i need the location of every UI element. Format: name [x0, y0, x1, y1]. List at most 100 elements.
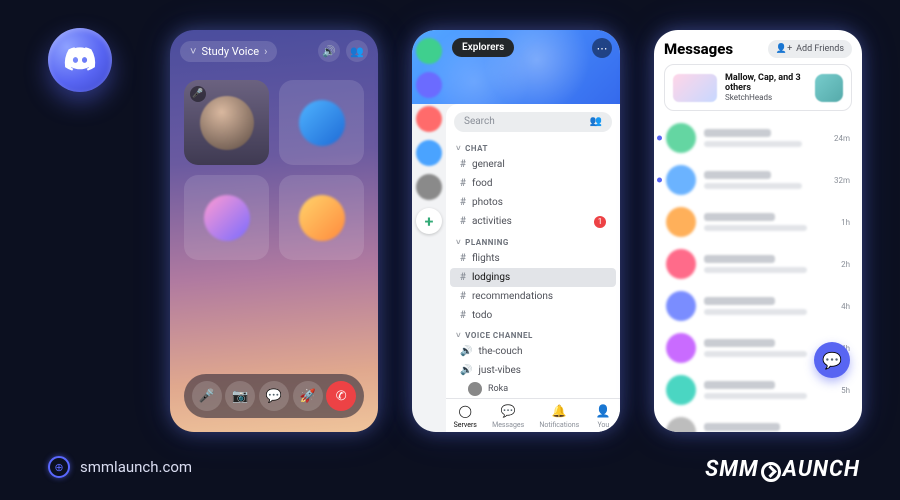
- channel-row[interactable]: 🔊 just-vibes: [450, 361, 616, 380]
- participant-tile[interactable]: [279, 175, 364, 260]
- avatar: [666, 123, 696, 153]
- brand-o-arrow-icon: [761, 462, 781, 482]
- channel-row[interactable]: # recommendations: [450, 287, 616, 306]
- channel-prefix-icon: 🔊: [460, 365, 472, 376]
- unread-dot: [657, 178, 662, 183]
- hangup-button[interactable]: ✆: [326, 381, 356, 411]
- channel-row[interactable]: #activities1: [450, 212, 616, 232]
- avatar: [666, 165, 696, 195]
- channel-row[interactable]: 🔊 the-couch: [450, 342, 616, 361]
- server-rail-item[interactable]: [416, 174, 442, 200]
- channel-section-header[interactable]: ˅VOICE CHANNEL: [446, 325, 620, 342]
- tab-you[interactable]: 👤You: [594, 402, 612, 429]
- tab-servers[interactable]: ◯Servers: [454, 402, 477, 429]
- globe-icon: ⊕: [48, 456, 70, 478]
- voice-user-row[interactable]: Roka: [446, 380, 620, 398]
- muted-icon: 🎤: [190, 86, 206, 102]
- server-rail-item[interactable]: [416, 38, 442, 64]
- channel-prefix-icon: #: [460, 253, 466, 264]
- channel-name: the-couch: [478, 346, 522, 357]
- tab-label: Notifications: [539, 421, 579, 429]
- channel-prefix-icon: #: [460, 159, 466, 170]
- channel-name: general: [472, 159, 505, 170]
- dm-row[interactable]: 1h: [654, 201, 862, 243]
- avatar: [666, 291, 696, 321]
- dm-preview: [704, 171, 826, 189]
- promo-thumb-left: [673, 74, 717, 102]
- channel-row[interactable]: #todo: [450, 306, 616, 325]
- channel-name: food: [472, 178, 493, 189]
- phone-server-channels: + Explorers ⋯ Search 👥 ˅CHAT # general # foo…: [412, 30, 620, 432]
- phone-voice-call: ˅ Study Voice › 🔊 👥 🎤 🎤 📷 💬 🚀 ✆: [170, 30, 378, 432]
- dm-preview: [704, 381, 833, 399]
- search-placeholder: Search: [464, 116, 495, 127]
- unread-badge: 1: [594, 216, 606, 228]
- promo-thumb-right: [815, 74, 843, 102]
- channel-prefix-icon: 🔊: [460, 346, 472, 357]
- add-server-button[interactable]: +: [416, 208, 442, 234]
- add-friend-icon: 👤+: [776, 44, 792, 54]
- dm-row[interactable]: 32m: [654, 159, 862, 201]
- participant-tile[interactable]: [184, 175, 269, 260]
- dm-row[interactable]: 24m: [654, 117, 862, 159]
- avatar: [468, 382, 482, 396]
- dm-row[interactable]: 4h: [654, 285, 862, 327]
- avatar: [666, 249, 696, 279]
- call-toolbar: 🎤 📷 💬 🚀 ✆: [184, 374, 364, 418]
- chevron-down-icon: ˅: [456, 238, 461, 247]
- channel-prefix-icon: #: [460, 291, 466, 302]
- channel-name: just-vibes: [478, 365, 520, 376]
- dm-row[interactable]: [654, 411, 862, 432]
- participant-tile[interactable]: [279, 80, 364, 165]
- add-user-icon[interactable]: 👥: [346, 40, 368, 62]
- tab-messages[interactable]: 💬Messages: [492, 402, 524, 429]
- channel-row[interactable]: # photos: [450, 193, 616, 212]
- channel-section-header[interactable]: ˅PLANNING: [446, 232, 620, 249]
- server-rail-item[interactable]: [416, 140, 442, 166]
- brand-wordmark: SMMAUNCH: [705, 457, 860, 482]
- channel-name: photos: [472, 197, 503, 208]
- phone-messages: Messages 👤+ Add Friends Mallow, Cap, and…: [654, 30, 862, 432]
- activity-promo-card[interactable]: Mallow, Cap, and 3 others SketchHeads: [664, 64, 852, 111]
- channel-name: lodgings: [472, 272, 510, 283]
- dm-row[interactable]: 2h: [654, 243, 862, 285]
- channel-section-header[interactable]: ˅CHAT: [446, 138, 620, 155]
- camera-button[interactable]: 📷: [225, 381, 255, 411]
- channel-name: recommendations: [472, 291, 553, 302]
- channel-row[interactable]: # lodgings: [450, 268, 616, 287]
- search-input[interactable]: Search 👥: [454, 112, 612, 132]
- channel-prefix-icon: #: [460, 178, 466, 189]
- dm-timestamp: 32m: [834, 176, 850, 185]
- dm-preview: [704, 213, 833, 231]
- mic-button[interactable]: 🎤: [192, 381, 222, 411]
- channel-name: flights: [472, 253, 500, 264]
- promo-title: Mallow, Cap, and 3 others: [725, 73, 807, 93]
- channel-prefix-icon: #: [460, 216, 466, 227]
- dm-timestamp: 2h: [841, 260, 850, 269]
- tab-notifications[interactable]: 🔔Notifications: [539, 402, 579, 429]
- new-message-fab[interactable]: 💬: [814, 342, 850, 378]
- server-rail-item[interactable]: [416, 106, 442, 132]
- activities-button[interactable]: 🚀: [293, 381, 323, 411]
- server-rail-item[interactable]: [416, 72, 442, 98]
- avatar: [666, 417, 696, 432]
- server-name-pill[interactable]: Explorers: [452, 38, 514, 57]
- add-friends-button[interactable]: 👤+ Add Friends: [768, 40, 852, 58]
- channel-row[interactable]: # food: [450, 174, 616, 193]
- server-more-icon[interactable]: ⋯: [592, 38, 612, 58]
- participant-tile[interactable]: 🎤: [184, 80, 269, 165]
- channel-pill[interactable]: ˅ Study Voice ›: [180, 41, 277, 62]
- dm-timestamp: 24m: [834, 134, 850, 143]
- channel-prefix-icon: #: [460, 272, 466, 283]
- channel-row[interactable]: # flights: [450, 249, 616, 268]
- people-icon[interactable]: 👥: [590, 116, 602, 127]
- channel-prefix-icon: #: [460, 197, 466, 208]
- channel-name: todo: [472, 310, 492, 321]
- promo-sub: SketchHeads: [725, 93, 772, 102]
- tab-label: You: [597, 421, 609, 429]
- chat-button[interactable]: 💬: [259, 381, 289, 411]
- channel-row[interactable]: # general: [450, 155, 616, 174]
- unread-dot: [657, 136, 662, 141]
- speaker-icon[interactable]: 🔊: [318, 40, 340, 62]
- dm-timestamp: 1h: [841, 218, 850, 227]
